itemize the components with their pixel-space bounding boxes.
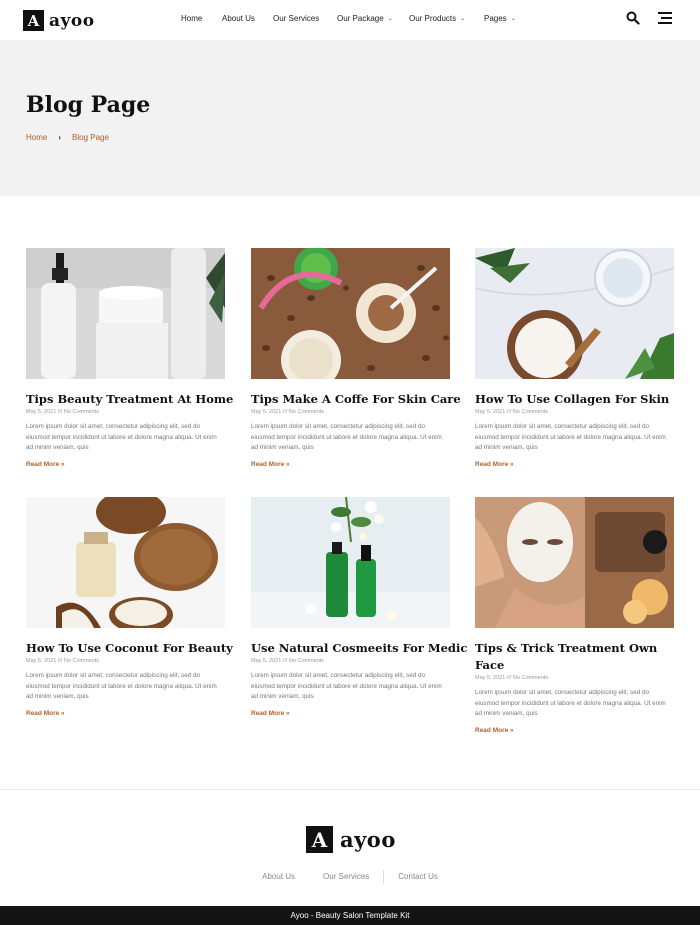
post-title[interactable]: Tips & Trick Treatment Own Face	[475, 640, 675, 674]
post-excerpt: Lorem ipsum dolor sit amet, consectetur …	[475, 689, 666, 718]
nav-label: Our Services	[273, 14, 320, 23]
nav-label: Our Package	[337, 14, 384, 23]
post-image-beauty-treatment[interactable]	[26, 248, 225, 379]
nav-item-about-us[interactable]: About Us	[222, 14, 273, 23]
blog-card: Tips & Trick Treatment Own Face May 5, 2…	[475, 497, 675, 734]
nav-label: Our Products	[409, 14, 457, 23]
read-more-link[interactable]: Read More »	[475, 727, 675, 734]
post-meta: May 5, 2021 /// No Comments	[475, 675, 549, 681]
footer-link-contact-us[interactable]: Contact Us	[383, 870, 452, 884]
post-image-natural-cosmetics[interactable]	[251, 497, 450, 628]
post-title[interactable]: How To Use Coconut For Beauty	[26, 640, 233, 657]
post-meta: May 5, 2021 /// No Comments	[475, 409, 549, 415]
blog-card: Tips Make A Coffe For Skin Care May 5, 2…	[251, 248, 461, 468]
page-banner: Blog Page Home › Blog Page	[0, 40, 700, 196]
site-header: A ayoo Home About Us Our Services Our Pa…	[0, 0, 700, 40]
post-excerpt: Lorem ipsum dolor sit amet, consectetur …	[26, 423, 217, 452]
post-title[interactable]: Tips Make A Coffe For Skin Care	[251, 391, 461, 408]
nav-item-our-services[interactable]: Our Services	[273, 14, 337, 23]
blog-card: Use Natural Cosmeeits For Medic May 5, 2…	[251, 497, 467, 717]
copyright-text: Ayoo - Beauty Salon Template Kit	[290, 911, 410, 920]
blog-card: How To Use Coconut For Beauty May 5, 202…	[26, 497, 233, 717]
post-image-collagen[interactable]	[475, 248, 674, 379]
read-more-link[interactable]: Read More »	[251, 710, 451, 717]
post-title[interactable]: Use Natural Cosmeeits For Medic	[251, 640, 467, 657]
breadcrumb: Home › Blog Page	[26, 133, 109, 142]
footer-nav: About Us Our Services Contact Us	[0, 870, 700, 884]
chevron-right-icon: ›	[58, 133, 62, 142]
logo-text: ayoo	[340, 827, 396, 852]
breadcrumb-home-link[interactable]: Home	[26, 133, 47, 142]
post-image-coconut[interactable]	[26, 497, 225, 628]
nav-item-home[interactable]: Home	[181, 14, 222, 23]
footer-link-about-us[interactable]: About Us	[248, 870, 309, 884]
post-excerpt: Lorem ipsum dolor sit amet, consectetur …	[251, 423, 442, 452]
post-excerpt: Lorem ipsum dolor sit amet, consectetur …	[251, 672, 442, 701]
post-title[interactable]: How To Use Collagen For Skin	[475, 391, 675, 408]
post-excerpt: Lorem ipsum dolor sit amet, consectetur …	[26, 672, 217, 701]
breadcrumb-current: Blog Page	[72, 133, 109, 142]
nav-item-our-products[interactable]: Our Products ⌄	[409, 14, 484, 23]
footer-divider	[0, 789, 700, 790]
nav-label: About Us	[222, 14, 255, 23]
nav-item-our-package[interactable]: Our Package ⌄	[337, 14, 409, 23]
chevron-down-icon: ⌄	[387, 16, 393, 22]
post-meta: May 5, 2021 /// No Comments	[251, 658, 325, 664]
read-more-link[interactable]: Read More »	[26, 461, 226, 468]
post-image-coffee-skincare[interactable]	[251, 248, 450, 379]
read-more-link[interactable]: Read More »	[251, 461, 451, 468]
post-meta: May 5, 2021 /// No Comments	[26, 409, 100, 415]
read-more-link[interactable]: Read More »	[475, 461, 675, 468]
post-image-face-treatment[interactable]	[475, 497, 674, 628]
logo-text: ayoo	[49, 10, 95, 31]
chevron-down-icon: ⌄	[510, 16, 516, 22]
post-title[interactable]: Tips Beauty Treatment At Home	[26, 391, 233, 408]
chevron-down-icon: ⌄	[460, 16, 466, 22]
logo-mark: A	[306, 826, 333, 853]
nav-item-pages[interactable]: Pages ⌄	[484, 14, 524, 23]
nav-label: Pages	[484, 14, 507, 23]
menu-icon[interactable]	[658, 11, 673, 30]
search-icon[interactable]	[626, 11, 640, 30]
read-more-link[interactable]: Read More »	[26, 710, 226, 717]
main-nav: Home About Us Our Services Our Package ⌄ …	[181, 14, 524, 23]
nav-label: Home	[181, 14, 203, 23]
footer-logo[interactable]: A ayoo	[306, 826, 396, 853]
post-meta: May 5, 2021 /// No Comments	[26, 658, 100, 664]
post-meta: May 5, 2021 /// No Comments	[251, 409, 325, 415]
blog-card: How To Use Collagen For Skin May 5, 2021…	[475, 248, 675, 468]
copyright-bar: Ayoo - Beauty Salon Template Kit	[0, 906, 700, 925]
page-title: Blog Page	[26, 92, 151, 118]
post-excerpt: Lorem ipsum dolor sit amet, consectetur …	[475, 423, 666, 452]
footer-link-our-services[interactable]: Our Services	[309, 870, 383, 884]
blog-card: Tips Beauty Treatment At Home May 5, 202…	[26, 248, 233, 468]
site-logo[interactable]: A ayoo	[23, 10, 95, 31]
logo-mark: A	[23, 10, 44, 31]
